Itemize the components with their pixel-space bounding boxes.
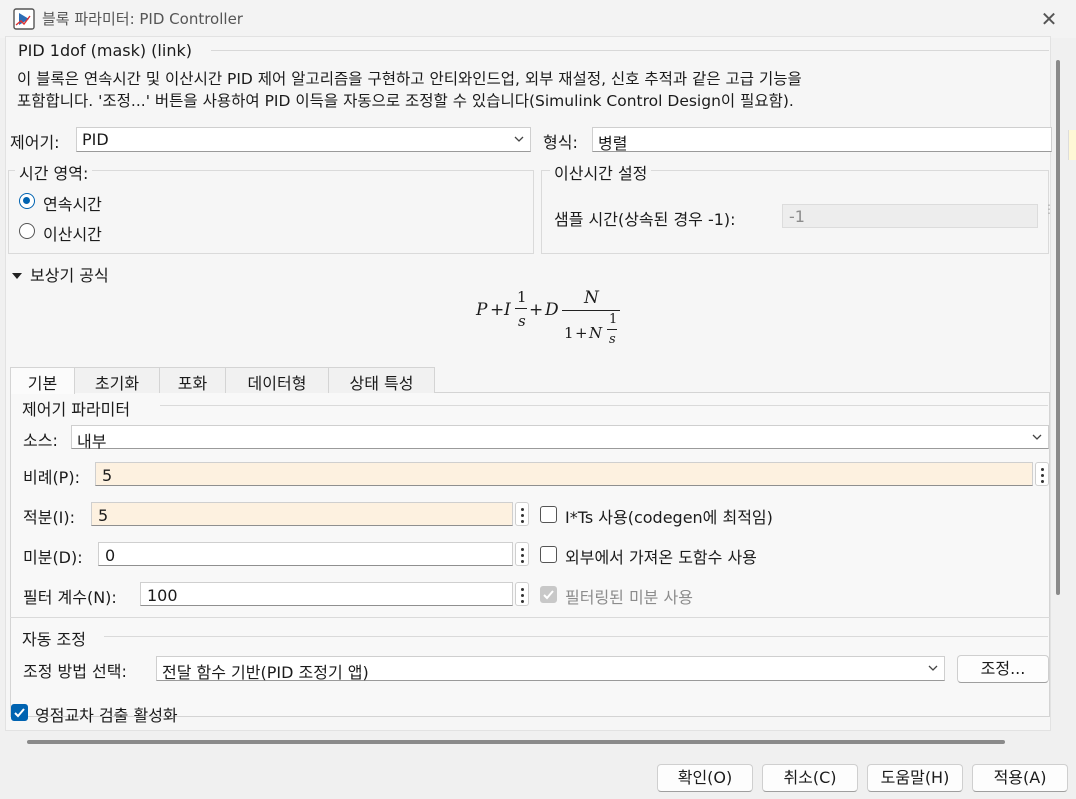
description-line-2: 포함합니다. '조정...' 버튼을 사용하여 PID 이득을 자동으로 조정할… <box>17 92 794 110</box>
header-divider <box>211 50 1049 51</box>
controller-params-title: 제어기 파라미터 <box>22 400 131 419</box>
tab-basic-label: 기본 <box>27 374 58 393</box>
tab-state-attributes-label: 상태 특성 <box>349 374 414 393</box>
autotune-title: 자동 조정 <box>22 630 86 649</box>
vertical-scrollbar[interactable] <box>1056 60 1060 595</box>
time-domain-title: 시간 영역: <box>15 160 93 184</box>
description-line-1: 이 블록은 연속시간 및 이산시간 PID 제어 알고리즘을 구현하고 안티와인… <box>17 70 802 88</box>
i-field[interactable]: 5 <box>91 502 513 526</box>
formula-s-2: s <box>609 332 616 347</box>
p-field[interactable]: 5 <box>95 462 1033 486</box>
apply-button[interactable]: 적용(A) <box>972 764 1068 792</box>
formula-den-n: N <box>589 324 603 342</box>
zero-crossing-label: 영점교차 검출 활성화 <box>35 706 178 725</box>
i-value: 5 <box>98 506 109 525</box>
form-label: 형식: <box>543 133 578 152</box>
block-name: PID 1dof (mask) (link) <box>18 41 192 60</box>
sample-time-more-icon: ⋮ <box>1043 202 1055 216</box>
radio-discrete-label: 이산시간 <box>43 225 102 244</box>
d-value: 0 <box>105 546 116 565</box>
n-more-icon[interactable] <box>515 582 529 606</box>
simulink-block-icon <box>13 8 35 30</box>
close-icon[interactable]: ✕ <box>1036 6 1062 32</box>
formula-one-2: 1 <box>609 312 618 327</box>
ts-checkbox-label: I*Ts 사용(codegen에 최적임) <box>565 508 773 527</box>
background-window-edge <box>1068 130 1076 160</box>
tab-data-types-label: 데이터형 <box>247 374 307 393</box>
p-more-icon[interactable] <box>1035 462 1049 486</box>
radio-continuous[interactable] <box>19 193 35 209</box>
help-button[interactable]: 도움말(H) <box>867 764 963 792</box>
tab-saturation-label: 포화 <box>177 374 208 393</box>
filtered-derivative-label: 필터링된 미분 사용 <box>565 588 693 607</box>
form-select-value: 병렬 <box>598 134 628 153</box>
autotune-divider <box>10 617 1050 618</box>
tab-data-types[interactable]: 데이터형 <box>225 367 329 393</box>
p-label: 비례(P): <box>23 468 80 487</box>
p-value: 5 <box>102 466 113 485</box>
chevron-down-icon <box>1032 429 1042 443</box>
i-more-icon[interactable] <box>515 502 529 526</box>
chevron-down-icon <box>928 660 938 674</box>
ok-button[interactable]: 확인(O) <box>657 764 753 792</box>
tuning-method-label: 조정 방법 선택: <box>23 662 127 681</box>
discrete-settings-title: 이산시간 설정 <box>550 160 652 184</box>
autotune-title-rule <box>104 636 1048 637</box>
n-value: 100 <box>147 586 178 605</box>
formula-den-plus: + <box>575 324 588 342</box>
tab-initialization[interactable]: 초기화 <box>74 367 160 393</box>
chevron-down-icon <box>514 131 524 145</box>
source-select[interactable]: 내부 <box>71 425 1049 451</box>
source-select-value: 내부 <box>77 432 107 451</box>
d-label: 미분(D): <box>23 548 83 567</box>
n-label: 필터 계수(N): <box>23 588 117 607</box>
controller-label: 제어기: <box>10 133 60 152</box>
compensator-formula: P + I 1 s + D N 1 + N 1 s <box>476 288 626 358</box>
d-more-icon[interactable] <box>515 542 529 566</box>
ts-checkbox[interactable] <box>540 506 557 523</box>
formula-fraction-bar-3 <box>607 329 617 330</box>
zero-crossing-checkbox[interactable] <box>11 704 28 721</box>
sample-time-value: -1 <box>789 207 805 226</box>
tab-basic[interactable]: 기본 <box>10 367 75 394</box>
source-label: 소스: <box>23 431 58 450</box>
controller-select-value: PID <box>82 130 109 149</box>
external-derivative-label: 외부에서 가져온 도함수 사용 <box>565 548 757 567</box>
formula-fraction-bar-2 <box>562 310 620 311</box>
form-select[interactable]: 병렬 <box>592 127 1052 153</box>
radio-continuous-label: 연속시간 <box>43 195 102 214</box>
n-field[interactable]: 100 <box>140 582 513 606</box>
external-derivative-checkbox[interactable] <box>540 546 557 563</box>
d-field[interactable]: 0 <box>98 542 513 566</box>
formula-d: D <box>545 300 559 320</box>
sample-time-field: -1 <box>782 204 1038 228</box>
filtered-derivative-checkbox <box>540 586 557 603</box>
params-divider <box>160 405 1048 406</box>
sample-time-label: 샘플 시간(상속된 경우 -1): <box>554 210 736 229</box>
tab-saturation[interactable]: 포화 <box>159 367 226 393</box>
horizontal-scrollbar[interactable] <box>27 740 1005 744</box>
formula-one-1: 1 <box>517 288 527 306</box>
formula-s-1: s <box>518 312 526 330</box>
formula-i: I <box>504 300 511 320</box>
formula-den-one: 1 <box>564 324 574 342</box>
tune-button[interactable]: 조정... <box>957 655 1049 683</box>
formula-plus-2: + <box>529 300 544 320</box>
formula-fraction-bar-1 <box>515 308 527 309</box>
compensator-title: 보상기 공식 <box>30 266 109 285</box>
radio-discrete[interactable] <box>19 223 35 239</box>
collapse-triangle-icon[interactable] <box>12 266 22 279</box>
tuning-method-value: 전달 함수 기반(PID 조정기 앱) <box>162 663 369 682</box>
formula-p: P <box>476 300 488 320</box>
cancel-button[interactable]: 취소(C) <box>762 764 858 792</box>
i-label: 적분(I): <box>23 508 76 527</box>
window-title: 블록 파라미터: PID Controller <box>42 10 243 28</box>
formula-n-numerator: N <box>584 288 599 308</box>
tab-initialization-label: 초기화 <box>94 374 140 393</box>
controller-select[interactable]: PID <box>76 127 531 152</box>
tab-state-attributes[interactable]: 상태 특성 <box>328 367 435 393</box>
formula-plus-1: + <box>490 300 505 320</box>
tuning-method-select[interactable]: 전달 함수 기반(PID 조정기 앱) <box>156 656 945 682</box>
